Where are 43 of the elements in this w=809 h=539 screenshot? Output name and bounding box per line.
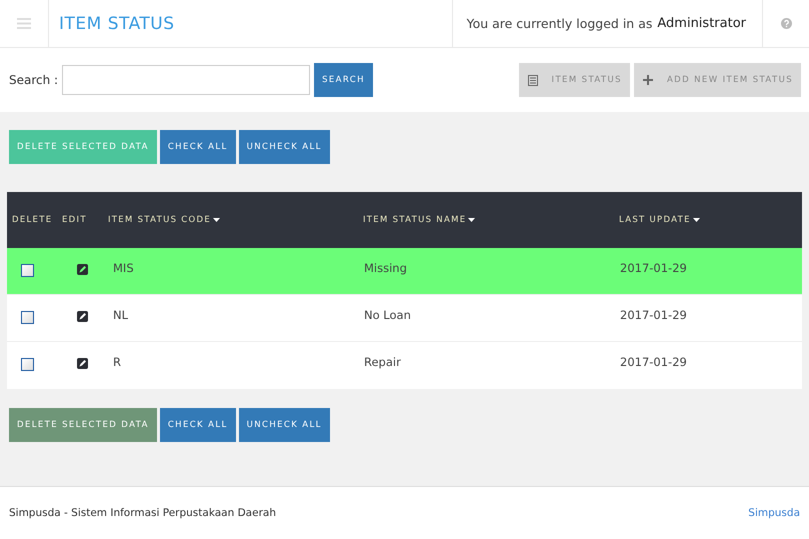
table-cell-text: NL bbox=[112, 308, 130, 322]
table-row[interactable]: NL No Loan 2017-01-29 bbox=[7, 295, 802, 342]
check-all-button[interactable]: CHECK ALL bbox=[160, 130, 236, 164]
page-title: ITEM STATUS bbox=[58, 12, 176, 36]
plus-icon bbox=[642, 75, 653, 85]
column-header[interactable]: ITEM STATUS NAME bbox=[363, 215, 476, 225]
column-header[interactable]: LAST UPDATE bbox=[619, 215, 700, 225]
table-cell-text: 2017-01-29 bbox=[620, 355, 688, 369]
uncheck-all-button[interactable]: UNCHECK ALL bbox=[238, 408, 330, 442]
item-status-button[interactable]: ITEM STATUS bbox=[518, 63, 630, 97]
search-button[interactable]: SEARCH bbox=[314, 63, 373, 97]
column-header: EDIT bbox=[62, 215, 87, 225]
row-checkbox[interactable] bbox=[21, 311, 34, 324]
sort-caret-icon bbox=[468, 218, 476, 222]
table-cell-text: 2017-01-29 bbox=[620, 308, 688, 322]
table-row[interactable]: R Repair 2017-01-29 bbox=[7, 342, 802, 389]
edit-icon[interactable] bbox=[77, 358, 88, 369]
sort-caret-icon bbox=[692, 218, 700, 222]
add-item-status-button[interactable]: ADD NEW ITEM STATUS bbox=[634, 63, 801, 97]
uncheck-all-button[interactable]: UNCHECK ALL bbox=[238, 130, 330, 164]
table-cell-text: 2017-01-29 bbox=[620, 261, 688, 275]
column-header: DELETE bbox=[12, 215, 52, 225]
check-all-button[interactable]: CHECK ALL bbox=[160, 408, 236, 442]
edit-icon[interactable] bbox=[77, 264, 88, 275]
table-cell-text: No Loan bbox=[364, 308, 412, 322]
table-cell-text: Repair bbox=[364, 355, 402, 369]
table-cell-text: Missing bbox=[364, 261, 408, 275]
sort-caret-icon bbox=[213, 218, 220, 222]
login-text: You are currently logged in as bbox=[466, 16, 652, 31]
delete-selected-button[interactable]: DELETE SELECTED DATA bbox=[9, 408, 157, 442]
table-row[interactable]: MIS Missing 2017-01-29 bbox=[7, 248, 802, 295]
list-icon bbox=[528, 74, 538, 86]
row-checkbox[interactable] bbox=[21, 264, 34, 277]
search-field[interactable] bbox=[62, 65, 310, 95]
search-label: Search : bbox=[9, 73, 58, 87]
row-checkbox[interactable] bbox=[21, 358, 34, 371]
table-cell-text: MIS bbox=[112, 261, 135, 275]
table-cell-text: R bbox=[112, 355, 122, 369]
footer-link[interactable]: Simpusda bbox=[748, 507, 800, 519]
column-header[interactable]: ITEM STATUS CODE bbox=[108, 215, 220, 225]
footer-text: Simpusda - Sistem Informasi Perpustakaan Daerah bbox=[9, 507, 276, 519]
edit-icon[interactable] bbox=[77, 311, 88, 322]
user-name: Administrator bbox=[657, 16, 746, 31]
